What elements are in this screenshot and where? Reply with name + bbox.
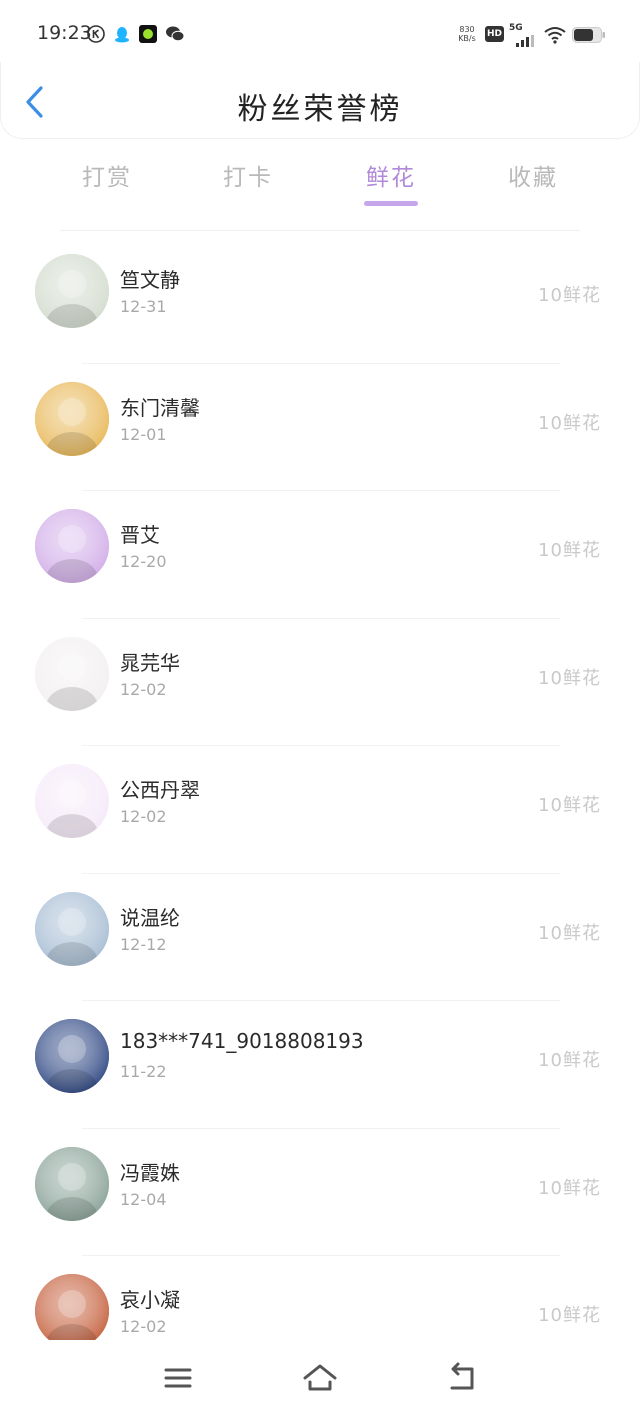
network-speed: 830 KB/s	[458, 25, 476, 43]
fan-date: 12-02	[120, 679, 167, 699]
avatar[interactable]	[35, 381, 109, 456]
flower-count: 10鲜花	[538, 667, 601, 689]
signal-icon	[516, 32, 536, 51]
fan-name: 说温纶	[120, 905, 180, 930]
fan-date: 12-31	[120, 297, 167, 316]
qq-penguin-icon	[113, 25, 131, 43]
fan-list: 笪文静 12-31 10鲜花 东门清馨 12-01 10鲜花 晋艾 12-20 10鲜花 晁芫华 1…	[0, 236, 640, 1384]
status-bar: 19:23 830 KB/s HD 5G	[0, 0, 640, 70]
fan-list-item[interactable]: 公西丹翠 12-02 10鲜花	[0, 746, 640, 874]
fan-name: 晋艾	[120, 523, 160, 547]
flower-count: 10鲜花	[538, 922, 601, 944]
fan-date: 12-20	[120, 552, 167, 571]
avatar[interactable]	[35, 1274, 109, 1348]
flower-count: 10鲜花	[538, 285, 601, 306]
tab-reward[interactable]: 打赏	[62, 158, 152, 192]
fan-name: 公西丹翠	[120, 778, 200, 802]
system-back-button[interactable]	[442, 1358, 482, 1398]
wifi-icon	[543, 26, 567, 48]
tab-bar: 打赏 打卡 鲜花 收藏	[0, 150, 640, 212]
fan-name: 东门清馨	[120, 395, 200, 420]
avatar[interactable]	[35, 1019, 109, 1093]
page-title: 粉丝荣誉榜	[237, 92, 403, 127]
fan-list-item[interactable]: 笪文静 12-31 10鲜花	[0, 236, 640, 364]
flower-count: 10鲜花	[538, 795, 601, 816]
fan-name: 笪文静	[120, 268, 180, 292]
flower-count: 10鲜花	[538, 1305, 601, 1326]
fan-date: 12-02	[120, 1317, 167, 1336]
avatar[interactable]	[35, 891, 109, 966]
green-app-icon	[139, 25, 157, 43]
tab-checkin[interactable]: 打卡	[203, 158, 293, 192]
home-button[interactable]	[300, 1358, 340, 1398]
system-nav-bar	[0, 1340, 640, 1415]
avatar[interactable]	[35, 764, 109, 838]
fan-date: 12-02	[120, 807, 167, 826]
network-speed-value: 830	[459, 25, 475, 34]
fan-list-item[interactable]: 冯霞姝 12-04 10鲜花	[0, 1129, 640, 1256]
header-bar: 粉丝荣誉榜	[0, 62, 640, 139]
active-tab-indicator	[364, 201, 418, 206]
fan-list-item[interactable]: 东门清馨 12-01 10鲜花	[0, 364, 640, 491]
list-top-divider	[60, 230, 580, 231]
flower-count: 10鲜花	[538, 540, 601, 561]
flower-count: 10鲜花	[538, 1050, 601, 1071]
menu-button[interactable]	[158, 1358, 198, 1398]
avatar[interactable]	[35, 636, 109, 711]
flower-count: 10鲜花	[538, 412, 601, 434]
back-icon	[450, 1362, 474, 1390]
hd-icon: HD	[485, 26, 504, 42]
avatar[interactable]	[35, 1146, 109, 1221]
fan-date: 12-04	[120, 1189, 167, 1209]
flower-count: 10鲜花	[538, 1177, 601, 1199]
fan-name: 哀小凝	[120, 1288, 180, 1312]
fan-date: 12-12	[120, 934, 167, 954]
fan-name: 晁芫华	[120, 650, 180, 675]
network-speed-unit: KB/s	[458, 34, 476, 43]
fan-name: 183***741_9018808193	[120, 1029, 364, 1053]
k-circle-icon	[87, 25, 105, 43]
menu-icon	[164, 1368, 192, 1388]
tab-favorites[interactable]: 收藏	[488, 158, 578, 192]
tab-flowers[interactable]: 鲜花	[346, 158, 436, 192]
fan-list-item[interactable]: 说温纶 12-12 10鲜花	[0, 874, 640, 1001]
fan-date: 11-22	[120, 1062, 167, 1081]
home-icon	[303, 1364, 337, 1391]
wechat-icon	[165, 25, 185, 43]
battery-icon	[572, 27, 606, 47]
avatar[interactable]	[35, 254, 109, 328]
status-time: 19:23	[37, 22, 92, 44]
fan-date: 12-01	[120, 424, 167, 444]
fan-list-item[interactable]: 晁芫华 12-02 10鲜花	[0, 619, 640, 746]
fan-name: 冯霞姝	[120, 1160, 180, 1185]
fan-list-item[interactable]: 晋艾 12-20 10鲜花	[0, 491, 640, 619]
fan-list-item[interactable]: 183***741_9018808193 11-22 10鲜花	[0, 1001, 640, 1129]
avatar[interactable]	[35, 509, 109, 583]
